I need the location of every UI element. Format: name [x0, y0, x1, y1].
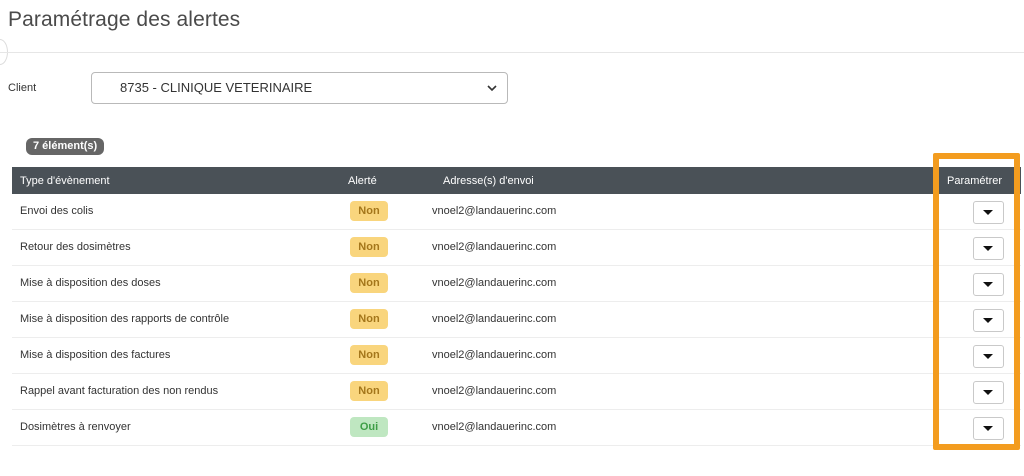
client-label: Client	[8, 82, 37, 94]
event-type-cell: Mise à disposition des doses	[20, 277, 161, 289]
column-header-alert[interactable]: Alerté	[348, 175, 377, 187]
alert-status-badge: Non	[350, 309, 388, 329]
configure-dropdown-button[interactable]	[973, 201, 1004, 224]
alert-status-badge: Non	[350, 273, 388, 293]
address-cell: vnoel2@landauerinc.com	[432, 385, 557, 397]
client-select-value: 8735 - CLINIQUE VETERINAIRE	[120, 80, 313, 95]
caret-down-icon	[983, 318, 993, 323]
alert-status-badge: Oui	[350, 417, 388, 437]
title-divider	[0, 52, 1024, 53]
address-cell: vnoel2@landauerinc.com	[432, 313, 557, 325]
alert-status-badge: Non	[350, 201, 388, 221]
caret-down-icon	[983, 282, 993, 287]
configure-dropdown-button[interactable]	[973, 237, 1004, 260]
alert-status-badge: Non	[350, 237, 388, 257]
address-cell: vnoel2@landauerinc.com	[432, 241, 557, 253]
table-row: Mise à disposition des rapports de contr…	[12, 302, 1021, 338]
event-type-cell: Retour des dosimètres	[20, 241, 131, 253]
caret-down-icon	[983, 426, 993, 431]
table-row: Rappel avant facturation des non rendus N…	[12, 374, 1021, 410]
table-row: Mise à disposition des doses Non vnoel2@la…	[12, 266, 1021, 302]
table-row: Mise à disposition des factures Non vnoel2…	[12, 338, 1021, 374]
caret-down-icon	[983, 390, 993, 395]
column-header-param: Paramétrer	[947, 175, 1003, 187]
address-cell: vnoel2@landauerinc.com	[432, 205, 557, 217]
count-badge: 7 élément(s)	[26, 138, 105, 155]
event-type-cell: Mise à disposition des rapports de contr…	[20, 313, 230, 325]
caret-down-icon	[983, 246, 993, 251]
alert-status-badge: Non	[350, 345, 388, 365]
event-type-cell: Envoi des colis	[20, 205, 94, 217]
chevron-down-icon	[487, 85, 497, 92]
event-type-cell: Dosimètres à renvoyer	[20, 421, 131, 433]
table-header: Type d'évènement Alerté Adresse(s) d'env…	[12, 167, 1021, 194]
column-header-address[interactable]: Adresse(s) d'envoi	[443, 175, 534, 187]
caret-down-icon	[983, 354, 993, 359]
address-cell: vnoel2@landauerinc.com	[432, 277, 557, 289]
alert-status-badge: Non	[350, 381, 388, 401]
configure-dropdown-button[interactable]	[973, 417, 1004, 440]
caret-down-icon	[983, 210, 993, 215]
address-cell: vnoel2@landauerinc.com	[432, 421, 557, 433]
client-select[interactable]: 8735 - CLINIQUE VETERINAIRE	[91, 72, 508, 104]
table-body: Envoi des colis Non vnoel2@landauerinc.com…	[12, 194, 1021, 446]
page-title: Paramétrage des alertes	[8, 8, 241, 31]
configure-dropdown-button[interactable]	[973, 309, 1004, 332]
event-type-cell: Mise à disposition des factures	[20, 349, 171, 361]
alerts-table: Type d'évènement Alerté Adresse(s) d'env…	[12, 167, 1021, 446]
configure-dropdown-button[interactable]	[973, 273, 1004, 296]
table-row: Dosimètres à renvoyer Oui vnoel2@landaueri…	[12, 410, 1021, 446]
table-row: Retour des dosimètres Non vnoel2@landaueri…	[12, 230, 1021, 266]
configure-dropdown-button[interactable]	[973, 345, 1004, 368]
event-type-cell: Rappel avant facturation des non rendus	[20, 385, 219, 397]
address-cell: vnoel2@landauerinc.com	[432, 349, 557, 361]
configure-dropdown-button[interactable]	[973, 381, 1004, 404]
table-row: Envoi des colis Non vnoel2@landauerinc.com	[12, 194, 1021, 230]
column-header-type[interactable]: Type d'évènement	[20, 175, 110, 187]
